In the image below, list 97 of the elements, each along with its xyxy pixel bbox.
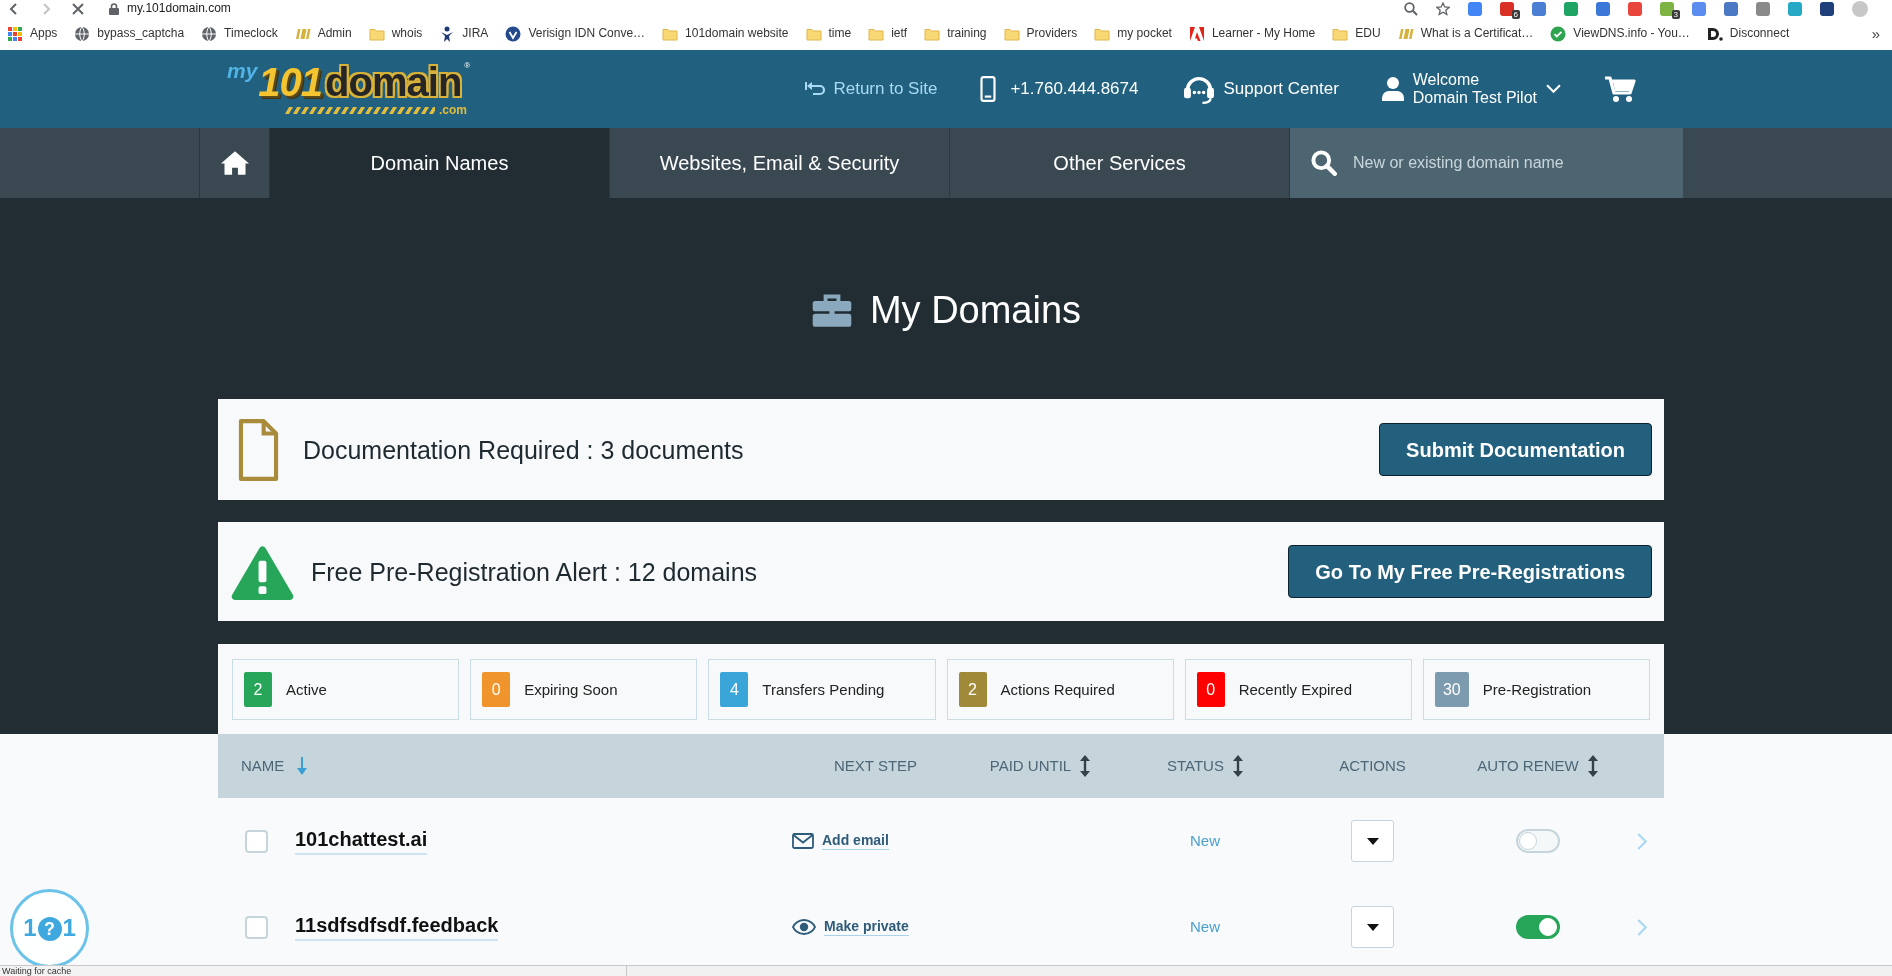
address-text[interactable]: my.101domain.com bbox=[127, 1, 231, 16]
headset-icon bbox=[1181, 74, 1216, 104]
home-button[interactable] bbox=[199, 128, 270, 198]
bookmark-link[interactable]: bypass_captcha bbox=[74, 25, 185, 42]
phone-icon bbox=[980, 76, 997, 102]
column-header[interactable]: PAID UNTIL bbox=[989, 757, 1072, 775]
column-header[interactable]: AUTO RENEW bbox=[1477, 757, 1579, 775]
account-menu[interactable]: Welcome Domain Test Pilot bbox=[1381, 71, 1561, 107]
bookmark-link[interactable]: Learner - My Home bbox=[1188, 25, 1316, 42]
bookmark-link[interactable]: What is a Certificat… bbox=[1397, 25, 1534, 42]
bookmark-link[interactable]: Apps bbox=[7, 25, 58, 42]
status-text: New bbox=[1190, 832, 1220, 850]
sort-icon[interactable] bbox=[1232, 755, 1243, 777]
status-filter[interactable]: 30 Pre-Registration bbox=[1422, 659, 1650, 720]
row-checkbox[interactable] bbox=[245, 829, 268, 853]
auto-renew-toggle[interactable] bbox=[1515, 915, 1560, 939]
eye-icon bbox=[792, 919, 816, 935]
bookmark-link[interactable]: ViewDNS.info - You… bbox=[1550, 25, 1690, 42]
column-header: NEXT STEP bbox=[834, 757, 918, 775]
count-badge: 2 bbox=[958, 672, 987, 707]
extension-icon[interactable] bbox=[1820, 1, 1834, 16]
alert-message: Documentation Required : 3 documents bbox=[303, 434, 744, 465]
globe-icon bbox=[201, 25, 218, 42]
bookmark-link[interactable]: Providers bbox=[1003, 25, 1078, 42]
bookmark-link[interactable]: whois bbox=[368, 25, 423, 42]
nav-tab[interactable]: Domain Names bbox=[270, 128, 610, 198]
globe-icon bbox=[74, 25, 91, 42]
sort-icon[interactable] bbox=[1587, 755, 1598, 777]
action-button[interactable]: Go To My Free Pre-Registrations bbox=[1288, 545, 1652, 598]
support-center-link[interactable]: Support Center bbox=[1181, 74, 1339, 104]
status-filter[interactable]: 0 Recently Expired bbox=[1184, 659, 1412, 720]
close-icon[interactable] bbox=[72, 2, 84, 15]
count-badge: 3 bbox=[1671, 9, 1680, 19]
search-field[interactable]: New or existing domain name bbox=[1290, 128, 1683, 198]
chevron-down-icon bbox=[1546, 84, 1561, 94]
logo-icon bbox=[1188, 25, 1205, 42]
extension-icon[interactable] bbox=[1500, 1, 1514, 16]
count-badge: 30 bbox=[1434, 672, 1469, 707]
bookmark-link[interactable]: 101domain website bbox=[662, 25, 789, 42]
sort-icon[interactable] bbox=[1080, 755, 1091, 777]
column-header[interactable]: STATUS bbox=[1167, 757, 1224, 775]
bookmark-link[interactable]: Verisign IDN Conve… bbox=[505, 25, 646, 42]
loading-status: Waiting for cache bbox=[0, 965, 627, 976]
caret-icon bbox=[1366, 923, 1379, 931]
status-filter[interactable]: 0 Expiring Soon bbox=[470, 659, 698, 720]
bookmark-link[interactable]: JIRA bbox=[439, 25, 489, 42]
actions-dropdown[interactable] bbox=[1351, 820, 1394, 862]
bookmark-link[interactable]: training bbox=[924, 25, 987, 42]
count-badge: 6 bbox=[1511, 9, 1520, 19]
briefcase-icon bbox=[810, 292, 853, 328]
return-arrow-icon bbox=[805, 81, 826, 97]
search-icon bbox=[1310, 149, 1337, 176]
person-icon bbox=[1381, 76, 1404, 102]
count-badge: 4 bbox=[720, 672, 749, 707]
status-text: New bbox=[1190, 918, 1220, 936]
envelope-icon bbox=[792, 833, 814, 849]
next-step-link[interactable]: Make private bbox=[792, 917, 909, 937]
next-step-link[interactable]: Add email bbox=[792, 831, 889, 851]
check-circle-icon bbox=[1550, 25, 1567, 42]
extension-icon[interactable] bbox=[1660, 1, 1674, 16]
count-badge: 0 bbox=[1196, 672, 1225, 707]
apps-grid-icon bbox=[7, 25, 23, 42]
star-icon[interactable] bbox=[1436, 1, 1450, 16]
count-badge: 2 bbox=[244, 672, 272, 707]
page-title: My Domains bbox=[869, 288, 1082, 333]
domain-link[interactable]: 11sdfsdfsdf.feedback bbox=[295, 913, 499, 941]
status-filter[interactable]: 2 Actions Required bbox=[946, 659, 1174, 720]
bookmark-link[interactable]: my pocket bbox=[1094, 25, 1172, 42]
alert-message: Free Pre-Registration Alert : 12 domains bbox=[311, 556, 758, 587]
column-header: ACTIONS bbox=[1339, 757, 1406, 775]
home-icon bbox=[220, 150, 249, 176]
chevron-circle-icon bbox=[505, 25, 522, 42]
action-button[interactable]: Submit Documentation bbox=[1379, 423, 1652, 476]
bookmark-link[interactable]: Disconnect bbox=[1706, 25, 1790, 42]
back-icon[interactable] bbox=[8, 2, 20, 15]
caret-icon bbox=[1366, 837, 1379, 845]
more-bookmarks-button[interactable]: » bbox=[1869, 25, 1882, 42]
search-icon[interactable] bbox=[1404, 1, 1418, 16]
count-badge: 0 bbox=[482, 672, 511, 707]
warning-icon bbox=[230, 543, 295, 600]
cart-icon[interactable] bbox=[1604, 75, 1636, 103]
logo-icon bbox=[1706, 25, 1723, 42]
lock-icon bbox=[109, 2, 119, 15]
actions-dropdown[interactable] bbox=[1351, 906, 1394, 948]
bookmark-link[interactable]: EDU bbox=[1332, 25, 1381, 42]
return-to-site-link[interactable]: Return to Site bbox=[805, 78, 938, 100]
phone-link[interactable]: +1.760.444.8674 bbox=[980, 76, 1139, 102]
bookmark-link[interactable]: ietf bbox=[868, 25, 908, 42]
status-filter[interactable]: 2 Active bbox=[232, 659, 460, 720]
bookmark-link[interactable]: time bbox=[805, 25, 852, 42]
status-filter[interactable]: 4 Transfers Pending bbox=[708, 659, 936, 720]
bookmark-link[interactable]: Admin bbox=[294, 25, 352, 42]
auto-renew-toggle[interactable] bbox=[1515, 829, 1560, 853]
column-header[interactable]: NAME bbox=[241, 757, 285, 775]
domain-link[interactable]: 101chattest.ai bbox=[295, 827, 428, 855]
bookmark-link[interactable]: Timeclock bbox=[201, 25, 278, 42]
row-checkbox[interactable] bbox=[245, 915, 268, 939]
